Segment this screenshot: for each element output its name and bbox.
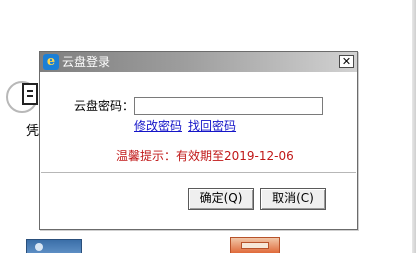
close-button[interactable]: ✕ bbox=[339, 55, 354, 68]
desktop-item-label: 凭 bbox=[26, 124, 40, 139]
desktop-lock-app-icon[interactable] bbox=[26, 239, 82, 253]
recover-password-link[interactable]: 找回密码 bbox=[188, 119, 236, 133]
cloud-login-dialog: e 云盘登录 ✕ 云盘密码： 修改密码 找回密码 温馨提示：有效期至2019-1… bbox=[39, 51, 358, 230]
background-window-edge bbox=[412, 0, 416, 253]
app-logo-icon: e bbox=[43, 54, 59, 70]
dialog-title: 云盘登录 bbox=[62, 55, 111, 69]
ok-button[interactable]: 确定(Q) bbox=[188, 188, 254, 210]
expiry-tip: 温馨提示：有效期至2019-12-06 bbox=[116, 149, 294, 163]
password-label: 云盘密码： bbox=[74, 99, 135, 113]
dialog-titlebar[interactable]: e 云盘登录 ✕ bbox=[40, 52, 357, 72]
dialog-separator bbox=[41, 172, 356, 174]
document-icon[interactable] bbox=[22, 83, 38, 105]
cancel-button[interactable]: 取消(C) bbox=[260, 188, 326, 210]
password-input[interactable] bbox=[134, 97, 323, 115]
change-password-link[interactable]: 修改密码 bbox=[134, 119, 182, 133]
desktop-files-app-icon[interactable] bbox=[230, 237, 280, 253]
